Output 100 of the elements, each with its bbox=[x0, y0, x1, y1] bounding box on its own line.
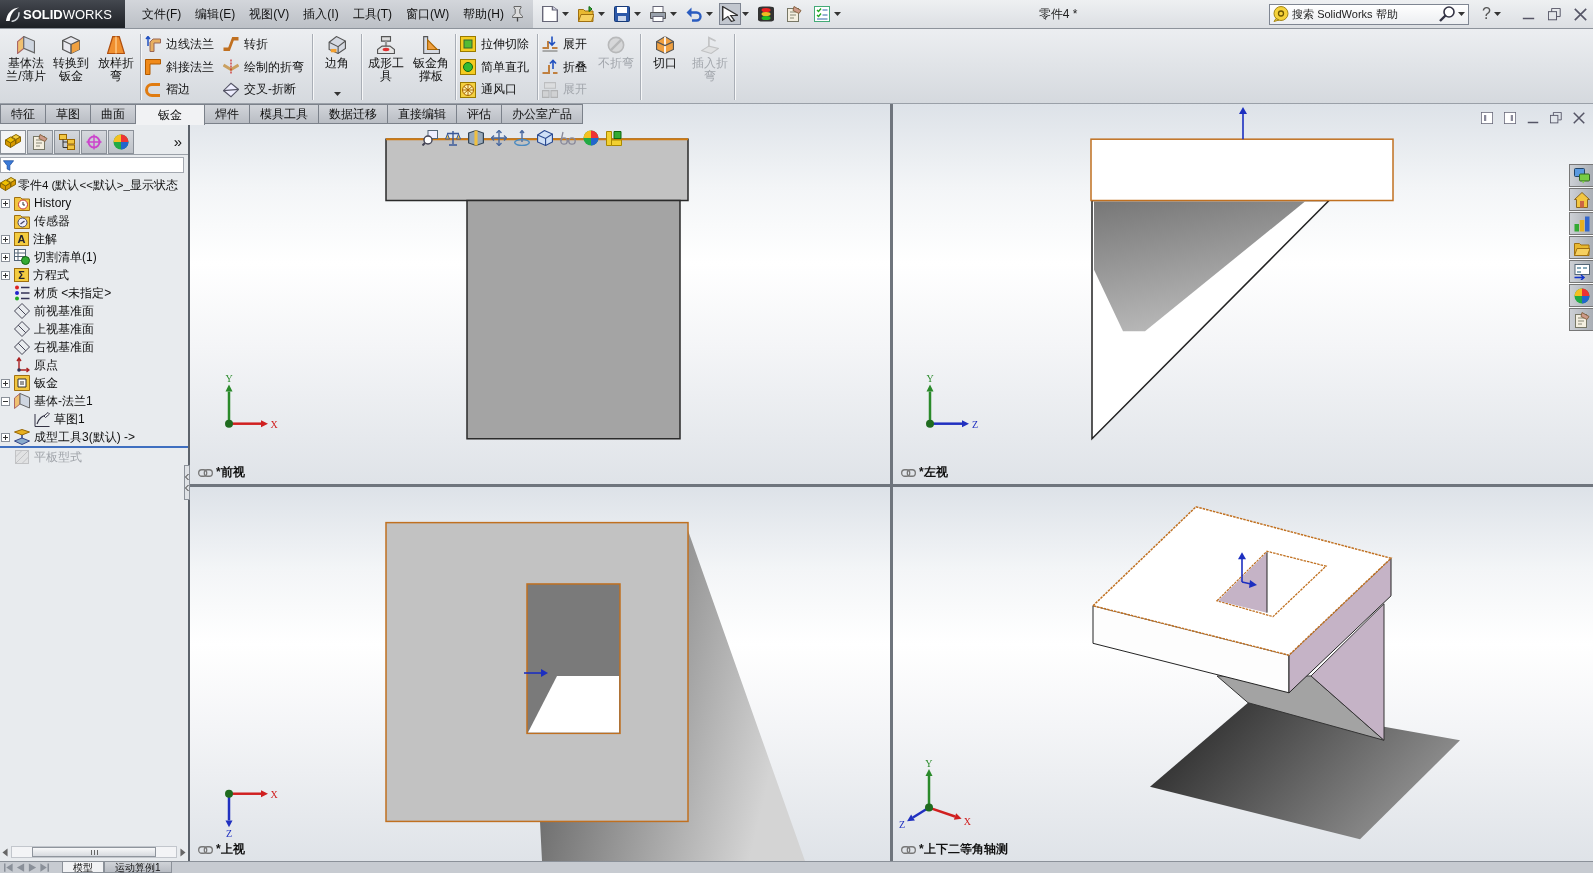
horizontal-scrollbar[interactable] bbox=[11, 846, 177, 858]
filter-field[interactable] bbox=[0, 157, 184, 173]
tree-item[interactable]: 切割清单(1) bbox=[14, 248, 98, 266]
ribbon-button[interactable]: 斜接法兰 bbox=[145, 56, 218, 78]
command-tab[interactable]: 办公室产品 bbox=[502, 104, 583, 124]
scroll-right-icon[interactable] bbox=[180, 847, 186, 857]
ribbon-button[interactable]: 基体法兰/薄片 bbox=[6, 34, 46, 100]
panel-split-icon[interactable] bbox=[1481, 112, 1493, 124]
ribbon-button[interactable]: 绘制的折弯 bbox=[223, 56, 308, 78]
balance-icon[interactable] bbox=[445, 130, 461, 146]
task-pane-tab[interactable] bbox=[1569, 260, 1593, 283]
magnifier-box-icon[interactable] bbox=[422, 130, 438, 146]
scroll-left-icon[interactable] bbox=[2, 847, 8, 857]
panel-tab[interactable] bbox=[0, 130, 26, 154]
ribbon-button[interactable]: 交叉-折断 bbox=[223, 79, 308, 100]
restore-icon[interactable] bbox=[1550, 112, 1562, 124]
model-tab[interactable]: 运动算例1 bbox=[104, 862, 172, 873]
menu-item[interactable]: 工具(T) bbox=[345, 5, 399, 23]
ribbon-button[interactable]: 折叠 bbox=[542, 56, 591, 78]
ribbon-button[interactable]: 拉伸切除 bbox=[460, 34, 533, 55]
ribbon-button[interactable]: 褶边 bbox=[145, 79, 218, 100]
tree-item[interactable]: 草图1 bbox=[34, 410, 86, 428]
panel-tab[interactable] bbox=[108, 130, 134, 154]
dropdown-button[interactable] bbox=[332, 90, 342, 98]
tree-item[interactable]: 上视基准面 bbox=[14, 320, 95, 338]
task-pane-tab[interactable] bbox=[1569, 308, 1593, 331]
menu-item[interactable]: 帮助(H) bbox=[456, 5, 511, 23]
tree-item[interactable]: 原点 bbox=[14, 356, 59, 374]
plus-box-icon[interactable] bbox=[1, 270, 10, 280]
tree-item[interactable]: A 注解 bbox=[14, 230, 58, 248]
ribbon-button[interactable]: 转折 bbox=[223, 34, 308, 55]
collapse-handle[interactable] bbox=[184, 465, 190, 500]
menu-item[interactable]: 编辑(E) bbox=[188, 5, 243, 23]
command-tab[interactable]: 焊件 bbox=[205, 104, 250, 124]
pin-button[interactable] bbox=[511, 4, 525, 24]
more-button[interactable]: » bbox=[173, 132, 182, 150]
graphics-view[interactable]: Y Z X *上下二等角轴测 bbox=[893, 487, 1593, 861]
help-button[interactable]: ? bbox=[1479, 5, 1494, 23]
command-tab[interactable]: 模具工具 bbox=[250, 104, 319, 124]
search-box[interactable]: 搜索 SolidWorks 帮助 bbox=[1269, 3, 1470, 25]
command-tab[interactable]: 特征 bbox=[0, 104, 46, 124]
rotate-axis-icon[interactable] bbox=[514, 130, 530, 146]
close-icon[interactable] bbox=[1573, 112, 1585, 124]
plus-box-icon[interactable] bbox=[1, 252, 10, 262]
tree-item[interactable]: 传感器 bbox=[14, 212, 71, 230]
ribbon-button[interactable]: 通风口 bbox=[460, 79, 533, 100]
tree-item[interactable]: 零件4 (默认<<默认>_显示状态 bbox=[0, 176, 179, 194]
toolbar-button[interactable] bbox=[719, 3, 741, 25]
command-tab[interactable]: 评估 bbox=[457, 104, 502, 124]
tree-item[interactable]: 基体-法兰1 bbox=[14, 392, 94, 410]
ribbon-button[interactable]: 钣金角撑板 bbox=[411, 34, 451, 100]
four-way-arrows-icon[interactable] bbox=[491, 130, 507, 146]
tree-item[interactable]: 成型工具3(默认) -> bbox=[14, 428, 136, 446]
ribbon-button[interactable]: 放样折弯 bbox=[96, 34, 136, 100]
panel-split-icon[interactable] bbox=[1504, 112, 1516, 124]
tree-item[interactable]: Σ 方程式 bbox=[14, 266, 70, 284]
menu-item[interactable]: 视图(V) bbox=[242, 5, 297, 23]
tree-item[interactable]: History bbox=[14, 194, 73, 212]
command-tab[interactable]: 钣金 bbox=[136, 104, 205, 125]
scene-panels-icon[interactable] bbox=[606, 130, 622, 146]
panel-tab[interactable] bbox=[81, 130, 107, 154]
task-pane-tab[interactable] bbox=[1569, 164, 1593, 187]
ribbon-button[interactable]: 边线法兰 bbox=[145, 34, 218, 55]
menu-item[interactable]: 插入(I) bbox=[296, 5, 346, 23]
glasses-icon[interactable] bbox=[560, 130, 576, 146]
panel-tab[interactable] bbox=[54, 130, 80, 154]
command-tab[interactable]: 草图 bbox=[46, 104, 91, 124]
plus-box-icon[interactable] bbox=[1, 234, 10, 244]
cube-icon[interactable] bbox=[537, 130, 553, 146]
search-field[interactable]: 搜索 SolidWorks 帮助 bbox=[1292, 6, 1437, 22]
search-icon[interactable] bbox=[1439, 6, 1456, 22]
command-tab[interactable]: 曲面 bbox=[91, 104, 136, 124]
command-tab[interactable]: 数据迁移 bbox=[319, 104, 388, 124]
menu-item[interactable]: 窗口(W) bbox=[399, 5, 457, 23]
menu-item[interactable]: 文件(F) bbox=[135, 5, 189, 23]
color-ball-icon[interactable] bbox=[583, 130, 599, 146]
ribbon-button[interactable]: 切口 bbox=[645, 34, 685, 100]
tree-item[interactable]: 材质 <未指定> bbox=[14, 284, 113, 302]
ribbon-button[interactable]: 展开 bbox=[542, 34, 591, 55]
tree-item[interactable]: 右视基准面 bbox=[14, 338, 95, 356]
plus-box-icon[interactable] bbox=[1, 198, 10, 208]
toolbar-button[interactable] bbox=[647, 3, 669, 25]
command-tab[interactable]: 直接编辑 bbox=[388, 104, 457, 124]
tree-item[interactable]: 钣金 bbox=[14, 374, 59, 392]
toolbar-button[interactable] bbox=[539, 3, 561, 25]
panel-tab[interactable] bbox=[27, 130, 53, 154]
graphics-view[interactable]: X Z *上视 bbox=[190, 487, 890, 861]
toolbar-button[interactable] bbox=[611, 3, 633, 25]
minus-box-icon[interactable] bbox=[1, 396, 10, 406]
plus-box-icon[interactable] bbox=[1, 432, 10, 442]
minimize-icon[interactable] bbox=[1527, 121, 1539, 124]
ribbon-button[interactable]: 简单直孔 bbox=[460, 56, 533, 78]
ribbon-button[interactable]: 边角 bbox=[317, 34, 357, 72]
tree-item[interactable]: 前视基准面 bbox=[14, 302, 95, 320]
ribbon-button[interactable]: 转换到钣金 bbox=[51, 34, 91, 100]
graphics-view[interactable]: Y Z *左视 bbox=[893, 104, 1593, 484]
ribbon-button[interactable]: 成形工具 bbox=[366, 34, 406, 100]
model-tab[interactable]: 模型 bbox=[62, 862, 104, 873]
scrollbar-thumb[interactable] bbox=[32, 847, 156, 857]
plus-box-icon[interactable] bbox=[1, 378, 10, 388]
